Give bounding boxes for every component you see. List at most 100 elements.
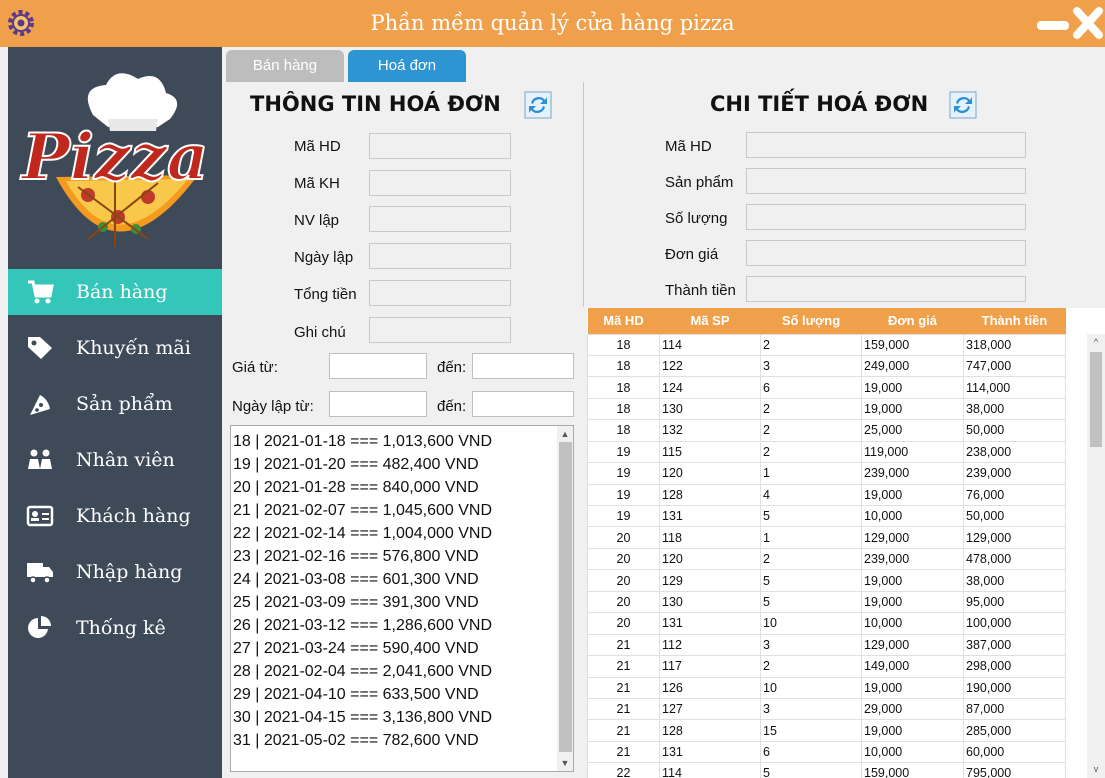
table-row[interactable]: 20 131 10 10,000 100,000	[587, 612, 1066, 635]
list-item[interactable]: 24 | 2021-03-08 === 601,300 VND	[233, 568, 553, 591]
table-cell: 10,000	[861, 612, 964, 635]
table-row[interactable]: 20 130 5 19,000 95,000	[587, 590, 1066, 614]
ghi-chu-field[interactable]	[369, 317, 511, 343]
list-item[interactable]: 27 | 2021-03-24 === 590,400 VND	[233, 637, 553, 660]
nv-lap-field[interactable]	[369, 206, 511, 232]
refresh-icon[interactable]	[949, 91, 977, 119]
table-row[interactable]: 18 132 2 25,000 50,000	[587, 419, 1066, 442]
refresh-icon[interactable]	[524, 91, 552, 119]
table-row[interactable]: 20 120 2 239,000 478,000	[587, 547, 1066, 571]
column-header[interactable]: Đơn giá	[861, 308, 964, 334]
ngay-lap-field[interactable]	[369, 243, 511, 269]
table-row[interactable]: 20 118 1 129,000 129,000	[587, 526, 1066, 549]
detail-ma-hd-field[interactable]	[746, 132, 1026, 158]
price-to-input[interactable]	[472, 353, 574, 379]
table-cell: 20	[587, 590, 660, 614]
table-cell: 159,000	[861, 762, 964, 778]
table-row[interactable]: 18 114 2 159,000 318,000	[587, 333, 1066, 356]
table-body: 18 114 2 159,000 318,000 18 122 3 249,000 747,000…	[587, 333, 1066, 778]
table-row[interactable]: 19 131 5 10,000 50,000	[587, 504, 1066, 528]
table-row[interactable]: 21 126 10 19,000 190,000	[587, 676, 1066, 699]
table-row[interactable]: 18 124 6 19,000 114,000	[587, 376, 1066, 399]
table-row[interactable]: 21 117 2 149,000 298,000	[587, 655, 1066, 678]
price-from-input[interactable]	[329, 353, 427, 379]
list-item[interactable]: 23 | 2021-02-16 === 576,800 VND	[233, 545, 553, 568]
table-cell: 2	[760, 440, 862, 464]
list-item[interactable]: 31 | 2021-05-02 === 782,600 VND	[233, 729, 553, 752]
close-icon[interactable]	[1072, 6, 1104, 40]
list-item[interactable]: 21 | 2021-02-07 === 1,045,600 VND	[233, 499, 553, 522]
table-cell: 18	[587, 419, 660, 442]
date-from-input[interactable]	[329, 391, 427, 417]
table-row[interactable]: 21 112 3 129,000 387,000	[587, 633, 1066, 657]
section-divider	[583, 82, 584, 307]
detail-san-pham-field[interactable]	[746, 168, 1026, 194]
table-row[interactable]: 19 115 2 119,000 238,000	[587, 440, 1066, 464]
table-row[interactable]: 18 122 3 249,000 747,000	[587, 354, 1066, 378]
scroll-thumb[interactable]	[559, 442, 572, 752]
scroll-thumb[interactable]	[1090, 352, 1102, 447]
invoice-panel: THÔNG TIN HOÁ ĐƠN Mã HD Mã KH NV lập Ngà…	[224, 82, 1105, 778]
table-row[interactable]: 20 129 5 19,000 38,000	[587, 569, 1066, 592]
detail-table-scrollbar[interactable]: ^ v	[1087, 334, 1105, 778]
ma-kh-field[interactable]	[369, 170, 511, 196]
tab-hoa-don[interactable]: Hoá đơn	[348, 50, 466, 82]
column-header[interactable]: Thành tiền	[963, 308, 1066, 334]
sidebar-item-label: Sản phẩm	[76, 393, 173, 415]
list-item[interactable]: 28 | 2021-02-04 === 2,041,600 VND	[233, 660, 553, 683]
invoice-list[interactable]: 18 | 2021-01-18 === 1,013,600 VND 19 | 20…	[230, 425, 574, 772]
tab-ban-hang[interactable]: Bán hàng	[226, 50, 344, 82]
sidebar-item-khuyen-mai[interactable]: Khuyến mãi	[8, 325, 222, 371]
nv-lap-label: NV lập	[294, 212, 340, 229]
table-row[interactable]: 21 131 6 10,000 60,000	[587, 740, 1066, 764]
ma-hd-field[interactable]	[369, 133, 511, 159]
scroll-down-icon[interactable]: ▼	[557, 756, 573, 770]
list-item[interactable]: 26 | 2021-03-12 === 1,286,600 VND	[233, 614, 553, 637]
list-item[interactable]: 18 | 2021-01-18 === 1,013,600 VND	[233, 430, 553, 453]
table-cell: 15	[760, 719, 862, 742]
sidebar-item-nhap-hang[interactable]: Nhập hàng	[8, 549, 222, 595]
table-cell: 285,000	[963, 719, 1066, 742]
column-header[interactable]: Mã HD	[587, 308, 660, 334]
sidebar-item-san-pham[interactable]: Sản phẩm	[8, 381, 222, 427]
table-header-row: Mã HD Mã SP Số lượng Đơn giá Thành tiền	[587, 308, 1066, 334]
tong-tien-field[interactable]	[369, 280, 511, 306]
table-cell: 18	[587, 397, 660, 421]
list-item[interactable]: 22 | 2021-02-14 === 1,004,000 VND	[233, 522, 553, 545]
list-item[interactable]: 30 | 2021-04-15 === 3,136,800 VND	[233, 706, 553, 729]
column-header[interactable]: Mã SP	[659, 308, 761, 334]
table-row[interactable]: 19 128 4 19,000 76,000	[587, 483, 1066, 507]
sidebar-item-nhan-vien[interactable]: Nhân viên	[8, 437, 222, 483]
table-row[interactable]: 22 114 5 159,000 795,000	[587, 762, 1066, 778]
scroll-up-icon[interactable]: ▲	[557, 427, 573, 441]
sidebar-item-ban-hang[interactable]: Bán hàng	[8, 269, 222, 315]
minimize-button[interactable]	[1037, 21, 1069, 30]
table-cell: 21	[587, 740, 660, 764]
list-item[interactable]: 29 | 2021-04-10 === 633,500 VND	[233, 683, 553, 706]
list-item[interactable]: 25 | 2021-03-09 === 391,300 VND	[233, 591, 553, 614]
detail-don-gia-field[interactable]	[746, 240, 1026, 266]
sidebar-item-thong-ke[interactable]: Thống kê	[8, 605, 222, 651]
invoice-list-scrollbar[interactable]: ▲ ▼	[557, 426, 573, 771]
table-cell: 114	[659, 333, 761, 356]
table-cell: 19,000	[861, 719, 964, 742]
detail-so-luong-field[interactable]	[746, 204, 1026, 230]
table-row[interactable]: 21 127 3 29,000 87,000	[587, 697, 1066, 721]
invoice-detail-table[interactable]: Mã HD Mã SP Số lượng Đơn giá Thành tiền 18 11…	[587, 308, 1105, 778]
column-header[interactable]: Số lượng	[760, 308, 862, 334]
list-item[interactable]: 19 | 2021-01-20 === 482,400 VND	[233, 453, 553, 476]
ngay-lap-label: Ngày lập	[294, 249, 354, 266]
table-cell: 112	[659, 633, 761, 657]
table-cell: 20	[587, 526, 660, 549]
table-row[interactable]: 21 128 15 19,000 285,000	[587, 719, 1066, 742]
scroll-down-icon[interactable]: v	[1088, 762, 1104, 776]
date-to-input[interactable]	[472, 391, 574, 417]
list-item[interactable]: 20 | 2021-01-28 === 840,000 VND	[233, 476, 553, 499]
scroll-up-icon[interactable]: ^	[1088, 335, 1104, 349]
table-cell: 159,000	[861, 333, 964, 356]
table-row[interactable]: 18 130 2 19,000 38,000	[587, 397, 1066, 421]
sidebar-item-khach-hang[interactable]: Khách hàng	[8, 493, 222, 539]
table-cell: 4	[760, 483, 862, 507]
detail-thanh-tien-field[interactable]	[746, 276, 1026, 302]
table-row[interactable]: 19 120 1 239,000 239,000	[587, 462, 1066, 485]
